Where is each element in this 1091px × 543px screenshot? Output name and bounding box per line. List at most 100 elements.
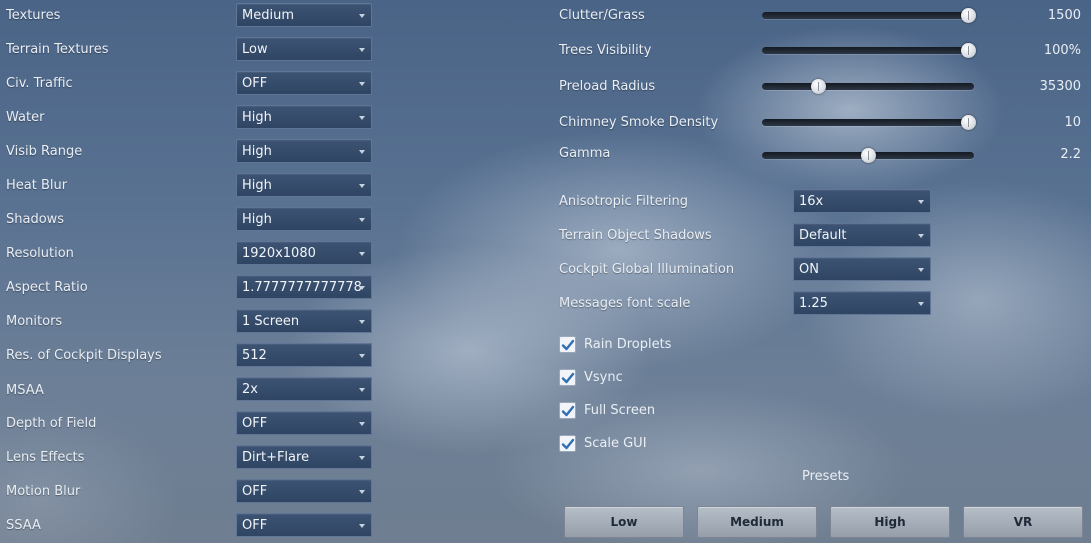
terrain-object-shadows-dropdown[interactable]: Default bbox=[793, 223, 931, 247]
checkmark-icon bbox=[561, 438, 575, 450]
chevron-down-icon bbox=[359, 184, 365, 188]
trees-visibility-slider[interactable] bbox=[762, 47, 974, 54]
chevron-down-icon bbox=[359, 48, 365, 52]
preset-low-button[interactable]: Low bbox=[564, 506, 684, 538]
dropdown-value: 1 Screen bbox=[242, 314, 300, 329]
chevron-down-icon bbox=[359, 320, 365, 324]
chevron-down-icon bbox=[359, 490, 365, 494]
aspect-ratio-dropdown[interactable]: 1.7777777777778 bbox=[236, 275, 372, 299]
scale-gui-checkbox[interactable] bbox=[559, 435, 576, 452]
setting-label-shadows: Shadows bbox=[6, 212, 65, 227]
checkbox-label: Vsync bbox=[584, 370, 623, 385]
chevron-down-icon bbox=[918, 234, 924, 238]
monitors-dropdown[interactable]: 1 Screen bbox=[236, 309, 372, 333]
motion-blur-dropdown[interactable]: OFF bbox=[236, 479, 372, 503]
slider-value-preload-radius: 35300 bbox=[1039, 79, 1081, 94]
dropdown-value: 1920x1080 bbox=[242, 246, 316, 261]
preload-radius-slider[interactable] bbox=[762, 83, 974, 90]
checkbox-label: Rain Droplets bbox=[584, 337, 672, 352]
slider-value-clutter-grass: 1500 bbox=[1047, 8, 1081, 23]
dropdown-value: 1.7777777777778 bbox=[242, 280, 362, 295]
msaa-dropdown[interactable]: 2x bbox=[236, 377, 372, 401]
setting-label-terrain-textures: Terrain Textures bbox=[6, 42, 109, 57]
dropdown-value: High bbox=[242, 110, 272, 125]
preload-radius-slider-handle[interactable] bbox=[810, 79, 826, 94]
terrain-textures-dropdown[interactable]: Low bbox=[236, 37, 372, 61]
chevron-down-icon bbox=[359, 286, 365, 290]
lens-effects-dropdown[interactable]: Dirt+Flare bbox=[236, 445, 372, 469]
chevron-down-icon bbox=[359, 524, 365, 528]
shadows-dropdown[interactable]: High bbox=[236, 207, 372, 231]
visib-range-dropdown[interactable]: High bbox=[236, 139, 372, 163]
setting-label-resolution: Resolution bbox=[6, 246, 74, 261]
setting-label-textures: Textures bbox=[6, 8, 61, 23]
setting-label-depth-of-field: Depth of Field bbox=[6, 416, 97, 431]
heat-blur-dropdown[interactable]: High bbox=[236, 173, 372, 197]
setting-label-cockpit-global-illumination: Cockpit Global Illumination bbox=[559, 262, 735, 277]
setting-label-lens-effects: Lens Effects bbox=[6, 450, 85, 465]
clutter-grass-slider[interactable] bbox=[762, 12, 974, 19]
setting-label-msaa: MSAA bbox=[6, 383, 44, 398]
setting-label-motion-blur: Motion Blur bbox=[6, 484, 81, 499]
setting-label-messages-font-scale: Messages font scale bbox=[559, 296, 691, 311]
chevron-down-icon bbox=[359, 14, 365, 18]
dropdown-value: OFF bbox=[242, 484, 268, 499]
chevron-down-icon bbox=[918, 200, 924, 204]
rain-droplets-checkbox[interactable] bbox=[559, 336, 576, 353]
preset-medium-button[interactable]: Medium bbox=[697, 506, 817, 538]
dropdown-value: High bbox=[242, 144, 272, 159]
setting-label-aspect-ratio: Aspect Ratio bbox=[6, 280, 88, 295]
clutter-grass-slider-handle[interactable] bbox=[960, 8, 976, 23]
chevron-down-icon bbox=[359, 354, 365, 358]
setting-label-heat-blur: Heat Blur bbox=[6, 178, 68, 193]
chevron-down-icon bbox=[359, 150, 365, 154]
setting-label-cockpit-displays: Res. of Cockpit Displays bbox=[6, 348, 162, 363]
dropdown-value: Dirt+Flare bbox=[242, 450, 310, 465]
dropdown-value: Medium bbox=[242, 8, 294, 23]
dropdown-value: Default bbox=[799, 228, 847, 243]
dropdown-value: High bbox=[242, 178, 272, 193]
dropdown-value: 2x bbox=[242, 382, 258, 397]
checkmark-icon bbox=[561, 339, 575, 351]
cockpit-global-illumination-dropdown[interactable]: ON bbox=[793, 257, 931, 281]
slider-value-trees-visibility: 100% bbox=[1043, 43, 1081, 58]
slider-label-gamma: Gamma bbox=[559, 146, 611, 161]
slider-value-gamma: 2.2 bbox=[1060, 147, 1081, 162]
chevron-down-icon bbox=[359, 252, 365, 256]
slider-value-chimney-smoke-density: 10 bbox=[1064, 115, 1081, 130]
full-screen-checkbox[interactable] bbox=[559, 402, 576, 419]
checkmark-icon bbox=[561, 405, 575, 417]
anisotropic-filtering-dropdown[interactable]: 16x bbox=[793, 189, 931, 213]
checkbox-label: Full Screen bbox=[584, 403, 656, 418]
chevron-down-icon bbox=[918, 268, 924, 272]
trees-visibility-slider-handle[interactable] bbox=[960, 43, 976, 58]
ssaa-dropdown[interactable]: OFF bbox=[236, 513, 372, 537]
gamma-slider-handle[interactable] bbox=[860, 148, 876, 163]
preset-high-button[interactable]: High bbox=[830, 506, 950, 538]
dropdown-value: OFF bbox=[242, 76, 268, 91]
preset-vr-button[interactable]: VR bbox=[963, 506, 1083, 538]
chevron-down-icon bbox=[359, 388, 365, 392]
slider-label-preload-radius: Preload Radius bbox=[559, 79, 656, 94]
chevron-down-icon bbox=[359, 82, 365, 86]
slider-label-clutter-grass: Clutter/Grass bbox=[559, 8, 645, 23]
vsync-checkbox[interactable] bbox=[559, 369, 576, 386]
chimney-smoke-density-slider-handle[interactable] bbox=[960, 115, 976, 130]
setting-label-water: Water bbox=[6, 110, 45, 125]
dropdown-value: OFF bbox=[242, 518, 268, 533]
textures-dropdown[interactable]: Medium bbox=[236, 3, 372, 27]
setting-label-anisotropic-filtering: Anisotropic Filtering bbox=[559, 194, 689, 209]
cockpit-displays-dropdown[interactable]: 512 bbox=[236, 343, 372, 367]
slider-label-chimney-smoke-density: Chimney Smoke Density bbox=[559, 115, 719, 130]
civ-traffic-dropdown[interactable]: OFF bbox=[236, 71, 372, 95]
presets-title: Presets bbox=[802, 469, 850, 484]
messages-font-scale-dropdown[interactable]: 1.25 bbox=[793, 291, 931, 315]
water-dropdown[interactable]: High bbox=[236, 105, 372, 129]
dropdown-value: 16x bbox=[799, 194, 824, 209]
setting-label-ssaa: SSAA bbox=[6, 518, 41, 533]
dropdown-value: 1.25 bbox=[799, 296, 828, 311]
setting-label-civ-traffic: Civ. Traffic bbox=[6, 76, 73, 91]
resolution-dropdown[interactable]: 1920x1080 bbox=[236, 241, 372, 265]
depth-of-field-dropdown[interactable]: OFF bbox=[236, 411, 372, 435]
chimney-smoke-density-slider[interactable] bbox=[762, 119, 974, 126]
